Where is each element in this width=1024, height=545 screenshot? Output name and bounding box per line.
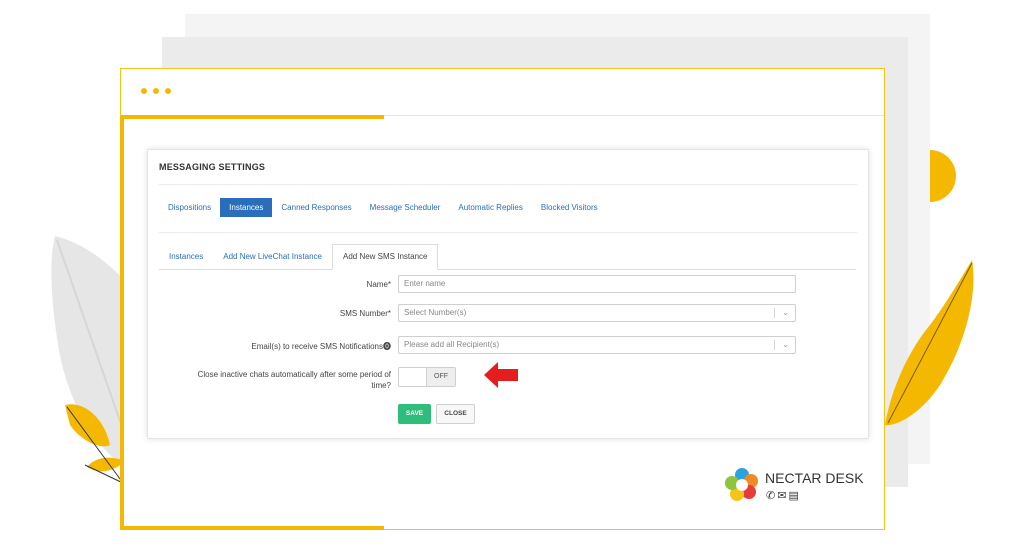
subtab-add-sms-instance[interactable]: Add New SMS Instance [331, 244, 439, 270]
leaf-left-yellow-decoration [65, 404, 125, 484]
accent-bar-top [121, 115, 384, 119]
accent-bar-left [120, 115, 124, 529]
close-inactive-label-line2: time? [371, 381, 391, 390]
window-dot [165, 88, 171, 94]
red-arrow-pointer-icon [484, 362, 518, 388]
window-dot [153, 88, 159, 94]
phone-icon: ✆ [766, 490, 778, 502]
tab-dispositions[interactable]: Dispositions [159, 198, 220, 217]
close-inactive-toggle[interactable]: OFF [398, 367, 456, 387]
accent-bar-bottom [121, 526, 384, 530]
brand-contact-icons: ✆✉▤ [766, 489, 801, 502]
name-label: Name* [366, 280, 391, 289]
window-dots [141, 88, 171, 94]
divider [159, 232, 857, 233]
tab-automatic-replies[interactable]: Automatic Replies [449, 198, 531, 217]
mail-icon: ✉ [777, 490, 789, 502]
tab-canned-responses[interactable]: Canned Responses [272, 198, 360, 217]
tab-blocked-visitors[interactable]: Blocked Visitors [532, 198, 607, 217]
half-circle-decoration [930, 150, 956, 202]
name-input[interactable]: Enter name [398, 275, 796, 293]
toggle-state: OFF [426, 368, 455, 386]
close-inactive-label-line1: Close inactive chats automatically after… [197, 370, 391, 379]
save-button[interactable]: SAVE [398, 404, 431, 424]
nectar-desk-logo-icon [725, 468, 758, 501]
select-separator [774, 340, 775, 350]
subtab-add-livechat-instance[interactable]: Add New LiveChat Instance [213, 245, 332, 269]
settings-tabs: Dispositions Instances Canned Responses … [159, 198, 607, 217]
close-button[interactable]: CLOSE [436, 404, 475, 424]
brand-name: NECTAR DESK [765, 470, 864, 486]
chat-icon: ▤ [788, 490, 801, 502]
divider [159, 184, 857, 185]
instance-subtabs: Instances Add New LiveChat Instance Add … [159, 243, 856, 270]
nectar-desk-brand: NECTAR DESK ✆✉▤ [724, 467, 874, 507]
panel-title: MESSAGING SETTINGS [159, 162, 266, 172]
window-dot [141, 88, 147, 94]
sms-number-label: SMS Number* [339, 309, 391, 318]
chevron-down-icon[interactable]: ⌄ [782, 305, 789, 321]
window-titlebar [121, 69, 884, 116]
chevron-down-icon[interactable]: ⌄ [782, 337, 789, 353]
select-separator [774, 308, 775, 318]
close-inactive-label: Close inactive chats automatically after… [158, 369, 391, 391]
emails-placeholder: Please add all Recipient(s) [404, 340, 500, 349]
app-window: MESSAGING SETTINGS Dispositions Instance… [120, 68, 885, 530]
leaf-right-yellow-decoration [885, 260, 974, 426]
emails-select[interactable]: Please add all Recipient(s) ⌄ [398, 336, 796, 354]
tab-message-scheduler[interactable]: Message Scheduler [361, 198, 450, 217]
tab-instances[interactable]: Instances [220, 198, 273, 217]
sms-number-select[interactable]: Select Number(s) ⌄ [398, 304, 796, 322]
name-placeholder: Enter name [404, 279, 446, 288]
messaging-settings-panel: MESSAGING SETTINGS Dispositions Instance… [147, 149, 869, 439]
emails-label: Email(s) to receive SMS Notifications⓿ [251, 342, 391, 351]
sms-number-placeholder: Select Number(s) [404, 308, 467, 317]
subtab-instances[interactable]: Instances [159, 245, 213, 269]
